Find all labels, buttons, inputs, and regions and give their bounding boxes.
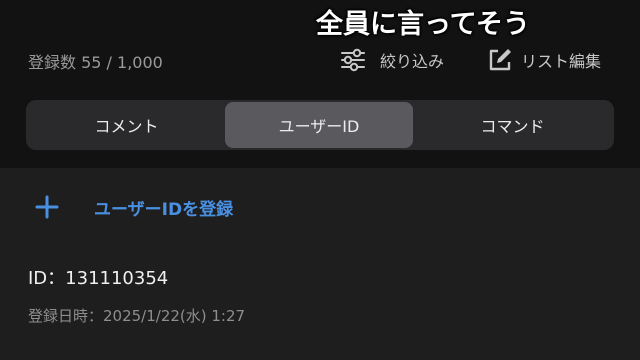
registration-count: 登録数 55 / 1,000: [28, 53, 163, 72]
tab-user-id-label: ユーザーID: [278, 117, 360, 136]
tab-comment-label: コメント: [94, 117, 159, 136]
entry-registered-date: 登録日時：2025/1/22(水) 1:27: [28, 307, 246, 325]
add-user-id-button[interactable]: ユーザーIDを登録: [34, 192, 233, 222]
video-caption-overlay: 全員に言ってそう: [316, 9, 530, 40]
tab-user-id[interactable]: ユーザーID: [225, 102, 413, 148]
edit-square-icon: [487, 47, 513, 73]
filter-button[interactable]: 絞り込み: [340, 46, 444, 74]
filter-label: 絞り込み: [380, 52, 445, 71]
entry-user-id: ID：131110354: [28, 268, 169, 289]
tab-command-label: コマンド: [480, 117, 545, 136]
blocked-list-screen: 全員に言ってそう 登録数 55 / 1,000 絞り込み リスト編集 コメント …: [0, 0, 640, 360]
sliders-icon: [340, 48, 366, 72]
add-user-id-label: ユーザーIDを登録: [94, 199, 234, 220]
tab-command[interactable]: コマンド: [413, 102, 612, 148]
category-segmented-control: コメント ユーザーID コマンド: [26, 100, 614, 150]
tab-comment[interactable]: コメント: [28, 102, 225, 148]
plus-icon: [34, 194, 60, 220]
edit-list-label: リスト編集: [521, 52, 602, 71]
edit-list-button[interactable]: リスト編集: [487, 46, 601, 74]
